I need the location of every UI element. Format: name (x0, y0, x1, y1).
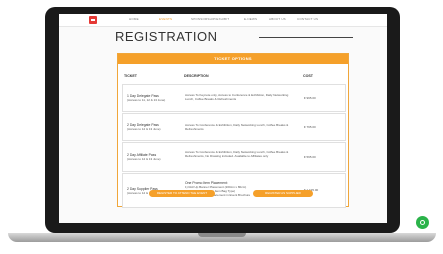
top-navigation: HOME EVENTS SPONSORSHIP/EXHIBIT E-NEWS A… (59, 14, 387, 27)
register-attend-button[interactable]: REGISTER TO ATTEND THE EVENT (149, 190, 215, 197)
nav-item-home[interactable]: HOME (129, 17, 139, 21)
ticket-date: (Access to 11, 12 & 13 June) (127, 98, 166, 102)
ticket-cell: 2 Day Delegate Pass (Access to 12 & 13 J… (127, 123, 182, 131)
ticket-cell: 2 Day Affiliate Pass (Access to 12 & 13 … (127, 153, 182, 161)
ticket-date: (Access to 12 & 13 June) (127, 127, 161, 131)
ticket-options-panel: TICKET OPTIONS TICKET DESCRIPTION COST 1… (117, 53, 349, 208)
whatsapp-chat-icon[interactable] (416, 216, 429, 229)
ticket-date: (Access to 12 & 13 June) (127, 157, 161, 161)
laptop-notch (198, 233, 246, 237)
browser-screen: HOME EVENTS SPONSORSHIP/EXHIBIT E-NEWS A… (59, 14, 387, 223)
column-header-description: DESCRIPTION (184, 74, 209, 78)
table-row: 1 Day Delegate Pass (Access to 11, 12 & … (122, 84, 346, 112)
cost-cell: € 995.00 (304, 96, 316, 100)
nav-item-enews[interactable]: E-NEWS (244, 17, 257, 21)
register-supplier-button[interactable]: REGISTER AS SUPPLIER (253, 190, 313, 197)
ticket-cell: 1 Day Delegate Pass (Access to 11, 12 & … (127, 94, 182, 102)
cost-cell: € 795.00 (304, 125, 316, 129)
cost-cell: € 595.00 (304, 155, 316, 159)
nav-item-contact[interactable]: CONTACT US (297, 17, 318, 21)
brand-logo-icon[interactable] (89, 16, 97, 24)
description-cell: Access To Keynote only, Access to Confer… (185, 93, 289, 101)
title-divider (259, 37, 353, 38)
ticket-options-header: TICKET OPTIONS (118, 54, 348, 64)
nav-item-sponsorship[interactable]: SPONSORSHIP/EXHIBIT (191, 17, 229, 21)
description-cell: Access To Conference & Exhibition, Daily… (185, 150, 289, 158)
nav-item-about[interactable]: ABOUT US (269, 17, 286, 21)
table-row: 2 Day Delegate Pass (Access to 12 & 13 J… (122, 113, 346, 141)
column-header-ticket: TICKET (124, 74, 137, 78)
page-title: REGISTRATION (115, 29, 218, 44)
column-header-cost: COST (303, 74, 313, 78)
description-cell: Access To Conference & Exhibition, Daily… (185, 123, 289, 131)
nav-item-events[interactable]: EVENTS (159, 17, 172, 21)
table-row: 2 Day Affiliate Pass (Access to 12 & 13 … (122, 142, 346, 172)
